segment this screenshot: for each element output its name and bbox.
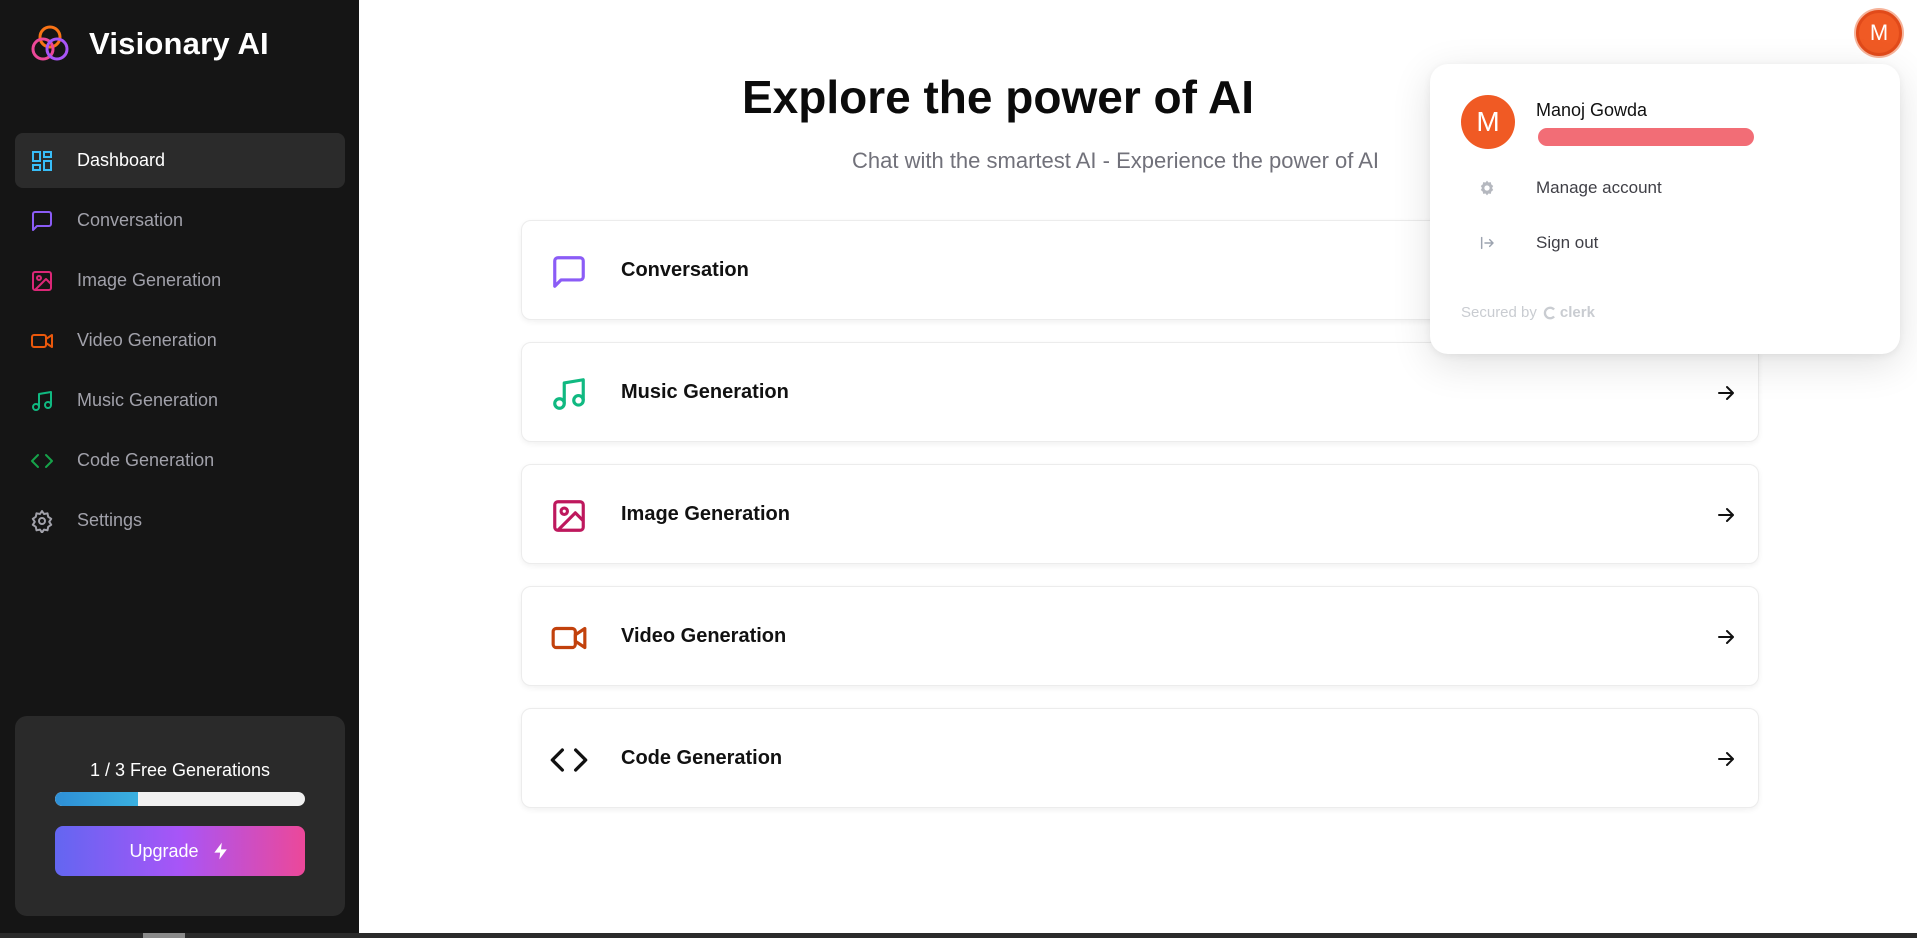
code-icon <box>549 740 589 780</box>
arrow-right-icon <box>1718 752 1734 766</box>
zap-icon <box>213 842 227 860</box>
sidebar-item-label: Code Generation <box>77 450 215 470</box>
gear-icon <box>1478 179 1496 197</box>
sidebar-nav: Dashboard Conversation Image Generation … <box>15 133 345 553</box>
sidebar-item-code-generation[interactable]: Code Generation <box>15 433 345 488</box>
progress-fill <box>55 792 139 806</box>
avatar-initial: M <box>1476 106 1500 137</box>
upgrade-button[interactable]: Upgrade <box>55 826 305 876</box>
secured-by-text: Secured by <box>1461 304 1537 321</box>
sidebar-item-label: Image Generation <box>77 270 222 290</box>
sidebar-item-label: Conversation <box>77 210 184 230</box>
sidebar-item-label: Dashboard <box>77 150 166 170</box>
sidebar-item-music-generation[interactable]: Music Generation <box>15 373 345 428</box>
music-icon <box>549 374 589 414</box>
card-label: Video Generation <box>621 624 787 647</box>
card-music-generation[interactable]: Music Generation <box>521 342 1759 442</box>
image-icon <box>30 269 54 293</box>
card-label: Image Generation <box>621 502 790 525</box>
sidebar: Visionary AI Dashboard Conversation Imag… <box>0 0 359 933</box>
card-label: Conversation <box>621 258 749 281</box>
card-image-generation[interactable]: Image Generation <box>521 464 1759 564</box>
card-code-generation[interactable]: Code Generation <box>521 708 1759 808</box>
music-icon <box>30 389 54 413</box>
sign-out-label: Sign out <box>1536 233 1599 252</box>
card-label: Music Generation <box>621 380 789 403</box>
video-icon <box>549 618 589 658</box>
arrow-right-icon <box>1718 508 1734 522</box>
sidebar-item-settings[interactable]: Settings <box>15 493 345 548</box>
sidebar-item-label: Settings <box>77 510 143 530</box>
card-video-generation[interactable]: Video Generation <box>521 586 1759 686</box>
free-generations-text: 1 / 3 Free Generations <box>89 760 271 780</box>
avatar-initial: M <box>1869 20 1889 45</box>
code-icon <box>30 449 54 473</box>
brand-logo-icon <box>31 25 69 61</box>
sidebar-item-label: Video Generation <box>77 330 217 350</box>
arrow-right-icon <box>1718 630 1734 644</box>
sidebar-item-image-generation[interactable]: Image Generation <box>15 253 345 308</box>
account-popover: M Manoj Gowda Manage account Sign out Se… <box>1430 64 1900 354</box>
image-icon <box>549 496 589 536</box>
sign-out-button[interactable]: Sign out <box>1478 225 1878 261</box>
free-generations-progress <box>55 792 305 806</box>
clerk-icon <box>1543 306 1555 319</box>
sidebar-item-conversation[interactable]: Conversation <box>15 193 345 248</box>
redacted-email <box>1538 128 1754 146</box>
user-name: Manoj Gowda <box>1536 100 1648 120</box>
scrollbar-thumb[interactable] <box>143 933 185 938</box>
dashboard-icon <box>30 149 54 173</box>
card-label: Code Generation <box>621 746 783 769</box>
avatar: M <box>1461 95 1515 149</box>
free-generations-panel: 1 / 3 Free Generations Upgrade <box>15 716 345 916</box>
upgrade-label: Upgrade <box>129 840 199 861</box>
message-square-icon <box>549 252 589 292</box>
sidebar-item-dashboard[interactable]: Dashboard <box>15 133 345 188</box>
brand-name: Visionary AI <box>89 26 269 61</box>
page-subtitle: Chat with the smartest AI - Experience t… <box>852 148 1380 173</box>
message-square-icon <box>30 209 54 233</box>
clerk-wordmark: clerk <box>1559 304 1595 321</box>
user-avatar-button[interactable]: M <box>1856 10 1902 56</box>
clerk-logo[interactable]: clerk <box>1543 304 1595 321</box>
secured-by-footer: Secured by clerk <box>1461 304 1595 321</box>
manage-account-button[interactable]: Manage account <box>1478 170 1878 206</box>
arrow-right-icon <box>1718 386 1734 400</box>
horizontal-scrollbar[interactable] <box>0 933 1917 938</box>
sign-out-icon <box>1478 234 1496 252</box>
brand[interactable]: Visionary AI <box>28 22 269 66</box>
video-icon <box>30 329 54 353</box>
sidebar-item-video-generation[interactable]: Video Generation <box>15 313 345 368</box>
manage-account-label: Manage account <box>1536 178 1662 197</box>
sidebar-item-label: Music Generation <box>77 390 219 410</box>
settings-icon <box>30 509 54 533</box>
